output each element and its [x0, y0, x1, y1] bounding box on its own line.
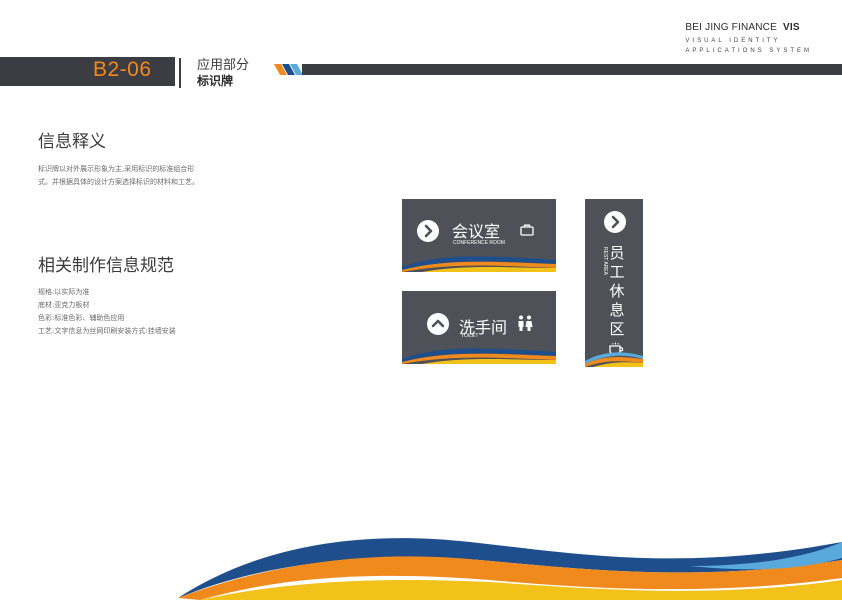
info-text: 标识牌以对外展示形象为主,采用标识的标准组合形 式。并根据具体的设计方案选择标识…: [38, 163, 199, 189]
brand-name: BEI JING FINANCE: [685, 22, 777, 33]
brand-block: BEI JING FINANCE VIS VISUAL IDENTITY APPL…: [685, 22, 812, 56]
chevron-up-icon: [427, 313, 449, 335]
conference-room-sign: 会议室 CONFERENCE ROOM: [402, 199, 556, 272]
spec-item: 底材:亚克力板材: [38, 301, 90, 309]
conference-room-subtitle: CONFERENCE ROOM: [453, 240, 505, 246]
section-code: B2-06: [93, 58, 152, 81]
info-line: 标识牌以对外展示形象为主,采用标识的标准组合形: [38, 165, 195, 173]
section-name: 标识牌: [197, 74, 234, 88]
sign-waves: [402, 256, 556, 272]
toilet-subtitle: TOILET: [461, 333, 479, 339]
header-band-right: [302, 64, 842, 75]
rest-area-title: 员工休息区: [609, 244, 625, 338]
brand-title: BEI JING FINANCE VIS: [685, 22, 812, 33]
info-line: 式。并根据具体的设计方案选择标识的材料和工艺。: [38, 178, 199, 186]
info-heading: 信息释义: [38, 132, 106, 152]
conference-room-title: 会议室: [452, 222, 501, 241]
chevron-right-icon: [417, 220, 439, 242]
brand-subtitle-1: VISUAL IDENTITY: [685, 38, 781, 44]
sign-waves: [402, 348, 556, 364]
restroom-icon: [518, 315, 533, 331]
section-category: 应用部分: [197, 58, 250, 73]
briefcase-icon: [520, 224, 534, 236]
chevron-right-icon: [604, 211, 626, 233]
rest-area-sign: 员工休息区 REST AREA: [585, 199, 643, 367]
spec-item: 规格:以实际为准: [38, 288, 90, 296]
spec-list: 规格:以实际为准 底材:亚克力板材 色彩:标准色彩、辅助色应用 工艺:文字信息为…: [38, 286, 176, 338]
header-divider: [179, 58, 181, 88]
spec-heading: 相关制作信息规范: [38, 256, 174, 276]
toilet-sign: 洗手间 TOILET: [402, 291, 556, 364]
rest-area-subtitle: REST AREA: [602, 247, 608, 275]
bottom-wave-decoration: [178, 538, 842, 600]
sign-waves: [585, 352, 643, 367]
brand-subtitle-2: APPLICATIONS SYSTEM: [685, 48, 812, 54]
spec-item: 色彩:标准色彩、辅助色应用: [38, 314, 125, 322]
header-stripes: [274, 64, 303, 75]
spec-item: 工艺:文字信息为丝网印刷安装方式:挂墙安装: [38, 327, 176, 335]
brand-vis: VIS: [782, 22, 800, 33]
